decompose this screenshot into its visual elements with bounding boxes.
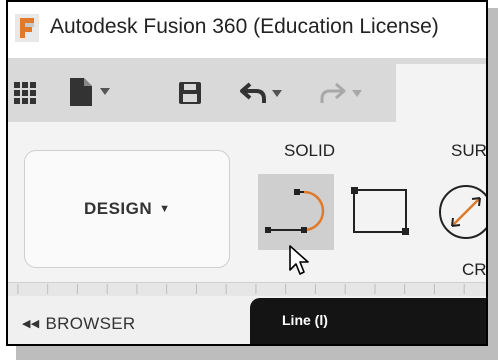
fusion-logo-icon	[15, 14, 39, 42]
browser-label: BROWSER	[45, 314, 136, 333]
window-title: Autodesk Fusion 360 (Education License)	[50, 15, 439, 38]
file-menu-button[interactable]	[70, 78, 126, 110]
line-arc-icon	[265, 189, 325, 233]
grid-icon[interactable]	[14, 82, 36, 104]
chevron-down-icon	[100, 88, 110, 95]
line-tool-button[interactable]	[258, 174, 334, 250]
collapse-arrow-icon: ◀◀	[22, 318, 40, 330]
circle-icon[interactable]	[436, 182, 488, 242]
undo-icon	[240, 82, 266, 103]
file-icon	[70, 78, 92, 106]
save-icon[interactable]	[178, 81, 202, 105]
redo-button[interactable]	[320, 80, 368, 110]
tool-tooltip: Line (l)	[250, 298, 486, 344]
app-window: Autodesk Fusion 360 (Education License)	[6, 0, 488, 346]
rectangle-icon[interactable]	[350, 186, 410, 236]
create-group-label[interactable]: CRI	[462, 260, 486, 280]
title-bar: Autodesk Fusion 360 (Education License)	[8, 2, 486, 58]
browser-toggle[interactable]: ◀◀ BROWSER	[22, 314, 135, 334]
undo-button[interactable]	[240, 80, 288, 110]
tab-solid[interactable]: SOLID	[284, 141, 335, 161]
workspace-switcher-button[interactable]: DESIGN ▼	[24, 150, 230, 268]
workspace-label: DESIGN	[83, 199, 153, 218]
chevron-down-icon: ▼	[159, 203, 171, 215]
tooltip-text: Line (l)	[282, 312, 328, 328]
redo-icon	[320, 82, 346, 103]
chevron-down-icon	[352, 90, 362, 97]
tab-surface[interactable]: SURI	[451, 141, 486, 161]
chevron-down-icon	[272, 90, 282, 97]
mouse-pointer-icon	[289, 245, 309, 275]
ruler-ticks	[17, 284, 465, 294]
